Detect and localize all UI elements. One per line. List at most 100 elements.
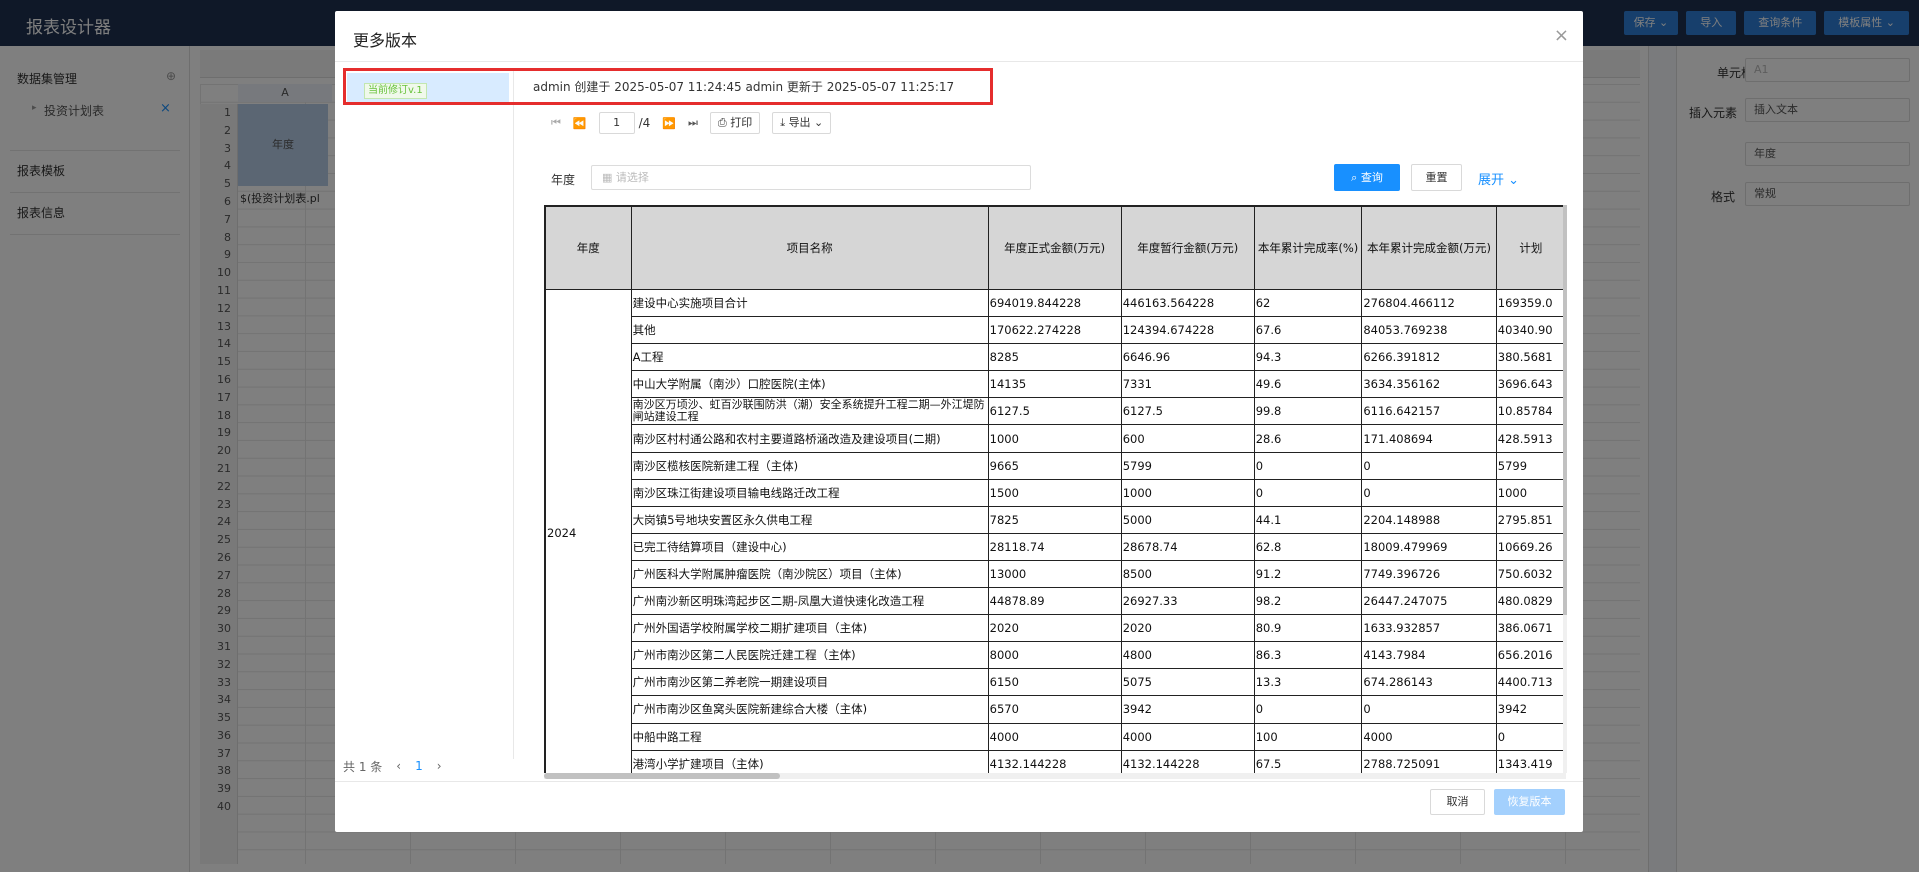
divider xyxy=(335,781,1583,782)
value-cell: 6116.642157 xyxy=(1361,397,1497,426)
project-name-cell: 广州医科大学附属肿瘤医院（南沙院区）项目（主体) xyxy=(630,559,989,589)
search-button[interactable]: ⌕ 查询 xyxy=(1334,164,1400,191)
cancel-button[interactable]: 取消 xyxy=(1430,789,1485,815)
value-cell: 6150 xyxy=(987,668,1122,697)
table-row: 广州市南沙区第二养老院一期建设项目 6150 5075 13.3 674.286143 4… xyxy=(546,668,1566,697)
value-cell: 674.286143 xyxy=(1361,668,1497,697)
value-cell: 750.6032 xyxy=(1495,559,1566,589)
value-cell: 600 xyxy=(1120,424,1255,453)
value-cell: 6127.5 xyxy=(987,397,1122,426)
value-cell: 84053.769238 xyxy=(1361,316,1497,345)
value-cell: 7825 xyxy=(987,505,1122,534)
value-cell: 7749.396726 xyxy=(1361,559,1497,589)
value-cell: 4400.713 xyxy=(1495,668,1566,697)
table-row: 广州市南沙区鱼窝头医院新建综合大楼（主体) 6570 3942 0 0 3942 xyxy=(546,695,1566,724)
value-cell: 1000 xyxy=(987,424,1122,453)
expand-button[interactable]: 展开 ⌄ xyxy=(1478,169,1519,188)
value-cell: 100 xyxy=(1253,722,1363,751)
column-header: 计划 xyxy=(1495,206,1566,290)
printer-icon: ⎙ xyxy=(717,116,731,129)
print-label: 打印 xyxy=(730,116,753,129)
pager-current[interactable]: 1 xyxy=(415,759,423,773)
scrollbar-thumb[interactable] xyxy=(1563,205,1567,615)
column-header: 年度 xyxy=(545,206,632,290)
first-page-icon[interactable]: ⏮ xyxy=(551,116,561,130)
value-cell: 0 xyxy=(1361,451,1497,480)
project-name-cell: 中船中路工程 xyxy=(630,722,989,751)
value-cell: 124394.674228 xyxy=(1120,316,1255,345)
search-label: 查询 xyxy=(1360,171,1383,184)
project-name-cell: 南沙区榄核医院新建工程（主体) xyxy=(630,451,989,480)
value-cell: 2020 xyxy=(987,614,1122,643)
page-total: /4 xyxy=(638,116,651,130)
project-name-cell: 南沙区珠江街建设项目输电线路迁改工程 xyxy=(630,478,989,507)
value-cell: 656.2016 xyxy=(1495,641,1566,670)
value-cell: 6646.96 xyxy=(1120,343,1255,372)
print-button[interactable]: ⎙ 打印 xyxy=(709,112,761,134)
value-cell: 386.0671 xyxy=(1495,614,1566,643)
value-cell: 276804.466112 xyxy=(1361,288,1497,318)
chevron-down-icon: ⌄ xyxy=(1504,173,1520,188)
value-cell: 1633.932857 xyxy=(1361,614,1497,643)
value-cell: 44878.89 xyxy=(987,587,1122,616)
next-page-icon[interactable]: › xyxy=(437,759,442,773)
last-page-icon[interactable]: ⏭ xyxy=(688,116,698,130)
page-input[interactable]: 1 xyxy=(598,112,635,134)
table-row: 2024 建设中心实施项目合计 694019.844228 446163.564228… xyxy=(545,288,1566,773)
scrollbar-thumb[interactable] xyxy=(544,773,780,779)
value-cell: 0 xyxy=(1361,695,1497,724)
version-meta: admin 创建于 2025-05-07 11:24:45 admin 更新于 … xyxy=(533,80,955,94)
project-name-cell: 港湾小学扩建项目（主体) xyxy=(630,749,989,773)
prev-page-icon[interactable]: ‹ xyxy=(396,759,401,773)
table-row: 南沙区榄核医院新建工程（主体) 9665 5799 0 0 5799 xyxy=(546,451,1566,480)
prev-page-icon[interactable]: ⏪ xyxy=(573,117,587,130)
value-cell: 3634.356162 xyxy=(1361,370,1497,399)
project-name-cell: 广州市南沙区第二人民医院迁建工程（主体) xyxy=(630,641,989,670)
horizontal-scrollbar[interactable] xyxy=(544,773,1566,779)
value-cell: 49.6 xyxy=(1253,370,1363,399)
column-header: 本年累计完成金额(万元) xyxy=(1361,206,1497,290)
value-cell: 8000 xyxy=(987,641,1122,670)
table-row: 南沙区万顷沙、虹百沙联围防洪（潮）安全系统提升工程二期—外江堤防闸站建设工程 61… xyxy=(546,397,1566,426)
value-cell: 8500 xyxy=(1120,559,1255,589)
vertical-scrollbar[interactable] xyxy=(1563,205,1567,773)
expand-label: 展开 xyxy=(1478,173,1505,188)
value-cell: 2795.851 xyxy=(1495,505,1566,534)
table-row: 广州南沙新区明珠湾起步区二期-凤凰大道快速化改造工程 44878.89 26927.… xyxy=(546,587,1566,616)
value-cell: 0 xyxy=(1361,478,1497,507)
export-button[interactable]: ⤓ 导出 ⌄ xyxy=(772,112,832,134)
value-cell: 28678.74 xyxy=(1120,532,1255,561)
download-icon: ⤓ xyxy=(780,116,789,129)
dialog-title: 更多版本 xyxy=(353,31,418,50)
table-row: 南沙区珠江街建设项目输电线路迁改工程 1500 1000 0 0 1000 xyxy=(546,478,1566,507)
value-cell: 1500 xyxy=(987,478,1122,507)
reset-button[interactable]: 重置 xyxy=(1411,164,1462,191)
report-table-wrapper[interactable]: 年度 项目名称 年度正式金额(万元) 年度暂行金额(万元) 本年累计完成率(%) 本年累计… xyxy=(544,205,1566,773)
restore-version-button[interactable]: 恢复版本 xyxy=(1494,789,1565,815)
table-row: 南沙区村村通公路和农村主要道路桥涵改造及建设项目(二期) 1000 600 28.6 1… xyxy=(546,424,1566,453)
search-icon: ⌕ xyxy=(1351,171,1361,184)
project-name-cell: 建设中心实施项目合计 xyxy=(630,288,989,318)
table-row: 其他 170622.274228 124394.674228 67.6 84053.76… xyxy=(546,316,1566,345)
value-cell: 171.408694 xyxy=(1361,424,1497,453)
value-cell: 2020 xyxy=(1120,614,1255,643)
value-cell: 7331 xyxy=(1120,370,1255,399)
project-name-cell: 已完工待结算项目（建设中心) xyxy=(630,532,989,561)
project-name-cell: 中山大学附属（南沙）口腔医院(主体) xyxy=(630,370,989,399)
next-page-icon[interactable]: ⏩ xyxy=(662,117,676,130)
value-cell: 80.9 xyxy=(1253,614,1363,643)
value-cell: 0 xyxy=(1253,695,1363,724)
year-cell: 2024 xyxy=(545,289,632,773)
value-cell: 446163.564228 xyxy=(1120,288,1255,318)
value-cell: 99.8 xyxy=(1253,397,1363,426)
value-cell: 40340.90 xyxy=(1495,316,1566,345)
value-cell: 44.1 xyxy=(1253,505,1363,534)
value-cell: 1000 xyxy=(1495,478,1566,507)
value-cell: 67.5 xyxy=(1253,749,1363,773)
value-cell: 3942 xyxy=(1120,695,1255,724)
column-header: 年度正式金额(万元) xyxy=(987,206,1122,290)
table-header-row: 年度 项目名称 年度正式金额(万元) 年度暂行金额(万元) 本年累计完成率(%) 本年累计… xyxy=(545,206,1566,290)
close-icon[interactable]: × xyxy=(1554,25,1569,46)
export-label: 导出 xyxy=(788,116,811,129)
year-filter-input[interactable]: ▦ 请选择 xyxy=(591,165,1031,190)
